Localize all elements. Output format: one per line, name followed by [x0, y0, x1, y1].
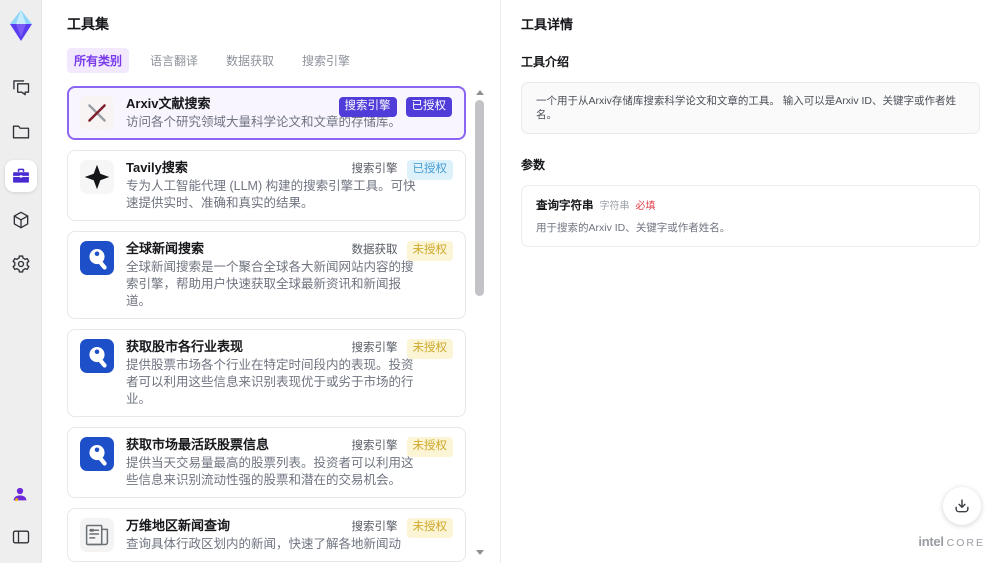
scroll-up-arrow-icon[interactable] — [476, 90, 484, 95]
tool-card[interactable]: Arxiv文献搜索 访问各个研究领域大量科学论文和文章的存储库。 搜索引擎 已授… — [67, 86, 466, 140]
tool-badges: 搜索引擎 未授权 — [351, 437, 453, 457]
intro-text: 一个用于从Arxiv存储库搜索科学论文和文章的工具。 输入可以是Arxiv ID… — [536, 95, 956, 121]
category-tabs: 所有类别 语言翻译 数据获取 搜索引擎 — [67, 48, 466, 73]
cube-icon — [11, 210, 31, 230]
tool-list: Arxiv文献搜索 访问各个研究领域大量科学论文和文章的存储库。 搜索引擎 已授… — [67, 86, 466, 562]
tool-icon — [80, 518, 114, 552]
tool-auth-badge: 未授权 — [406, 241, 453, 261]
tool-card[interactable]: 万维地区新闻查询 查询具体行政区划内的新闻，快速了解各地新闻动 搜索引擎 未授权 — [67, 508, 466, 562]
tool-description: 访问各个研究领域大量科学论文和文章的存储库。 — [126, 115, 402, 129]
intel-core-logo: intel CORE — [918, 534, 985, 549]
brand-intel-text: intel — [918, 534, 944, 549]
brand-core-text: CORE — [946, 537, 985, 549]
tool-auth-badge: 未授权 — [406, 518, 453, 538]
download-icon — [953, 497, 971, 515]
panel-toggle-icon — [11, 527, 31, 547]
app-logo — [5, 8, 37, 44]
intro-box: 一个用于从Arxiv存储库搜索科学论文和文章的工具。 输入可以是Arxiv ID… — [521, 82, 980, 134]
folder-icon — [11, 122, 31, 142]
page-title: 工具集 — [67, 16, 109, 32]
category-tab-3[interactable]: 搜索引擎 — [295, 48, 357, 73]
tool-badges: 搜索引擎 未授权 — [351, 518, 453, 538]
sidebar-nav — [4, 72, 37, 280]
tool-icon — [80, 241, 114, 275]
tool-icon — [80, 160, 114, 194]
tool-auth-badge: 已授权 — [406, 160, 453, 180]
sidebar-item-gear[interactable] — [5, 248, 37, 280]
param-type: 字符串 — [599, 201, 630, 212]
toolset-pane: 工具集 所有类别 语言翻译 数据获取 搜索引擎 Arxiv文献搜索 访问各个研究领域大… — [42, 0, 500, 563]
tool-auth-badge: 已授权 — [405, 97, 452, 117]
detail-title: 工具详情 — [521, 17, 574, 32]
sidebar-bottom — [5, 479, 37, 553]
toolbox-icon — [11, 166, 31, 186]
scrollbar-thumb[interactable] — [475, 100, 484, 296]
category-tab-0[interactable]: 所有类别 — [67, 48, 130, 73]
tool-icon — [80, 339, 114, 373]
user-icon — [11, 485, 31, 505]
tool-icon — [80, 437, 114, 471]
category-tab-1[interactable]: 语言翻译 — [143, 48, 205, 73]
param-name: 查询字符串 — [536, 200, 594, 212]
tool-card[interactable]: 获取市场最活跃股票信息 提供当天交易量最高的股票列表。投资者可以利用这些信息来识… — [67, 427, 466, 498]
tool-description: 查询具体行政区划内的新闻，快速了解各地新闻动 — [126, 537, 402, 551]
tool-badges: 数据获取 未授权 — [351, 241, 453, 261]
sidebar-item-folder[interactable] — [5, 116, 37, 148]
tool-description: 提供股票市场各个行业在特定时间段内的表现。投资者可以利用这些信息来识别表现优于或… — [126, 358, 414, 406]
param-required-label: 必填 — [635, 201, 656, 212]
tool-card[interactable]: 获取股市各行业表现 提供股票市场各个行业在特定时间段内的表现。投资者可以利用这些… — [67, 329, 466, 417]
sidebar-item-cube[interactable] — [5, 204, 37, 236]
tool-icon — [80, 96, 114, 130]
category-tab-2[interactable]: 数据获取 — [219, 48, 281, 73]
sidebar-item-chat[interactable] — [5, 72, 37, 104]
gear-icon — [11, 254, 31, 274]
tool-description: 提供当天交易量最高的股票列表。投资者可以利用这些信息来识别流动性强的股票和潜在的… — [126, 456, 414, 487]
tool-category-badge: 搜索引擎 — [351, 342, 398, 354]
params-heading: 参数 — [521, 158, 546, 172]
intro-heading: 工具介绍 — [521, 55, 570, 69]
sidebar-item-user[interactable] — [5, 479, 37, 511]
tool-category-badge: 数据获取 — [351, 244, 398, 256]
download-button[interactable] — [943, 487, 981, 525]
tool-card[interactable]: 全球新闻搜索 全球新闻搜索是一个聚合全球各大新闻网站内容的搜索引擎，帮助用户快速… — [67, 231, 466, 319]
tool-auth-badge: 未授权 — [406, 339, 453, 359]
tool-badges: 搜索引擎 未授权 — [351, 339, 453, 359]
tool-auth-badge: 未授权 — [406, 437, 453, 457]
tool-badges: 搜索引擎 已授权 — [338, 97, 452, 117]
sidebar — [0, 0, 42, 563]
param-box: 查询字符串 字符串 必填 用于搜索的Arxiv ID、关键字或作者姓名。 — [521, 185, 980, 247]
tool-description: 全球新闻搜索是一个聚合全球各大新闻网站内容的搜索引擎，帮助用户快速获取全球最新资… — [126, 260, 414, 308]
tool-category-badge: 搜索引擎 — [351, 440, 398, 452]
sidebar-item-toolbox[interactable] — [4, 160, 37, 192]
scrollbar[interactable] — [475, 88, 484, 557]
sidebar-item-panel-toggle[interactable] — [5, 521, 37, 553]
chat-icon — [11, 78, 31, 98]
tool-detail-pane: 工具详情 工具介绍 一个用于从Arxiv存储库搜索科学论文和文章的工具。 输入可… — [500, 0, 1000, 563]
tool-badges: 搜索引擎 已授权 — [351, 160, 453, 180]
app-window: 工具集 所有类别 语言翻译 数据获取 搜索引擎 Arxiv文献搜索 访问各个研究领域大… — [0, 0, 1000, 563]
scroll-down-arrow-icon[interactable] — [476, 550, 484, 555]
tool-description: 专为人工智能代理 (LLM) 构建的搜索引擎工具。可快速提供实时、准确和真实的结… — [126, 179, 416, 210]
tool-category-badge: 搜索引擎 — [351, 521, 398, 533]
tool-category-badge: 搜索引擎 — [338, 97, 397, 117]
tool-card[interactable]: Tavily搜索 专为人工智能代理 (LLM) 构建的搜索引擎工具。可快速提供实… — [67, 150, 466, 221]
param-description: 用于搜索的Arxiv ID、关键字或作者姓名。 — [536, 222, 731, 234]
tool-category-badge: 搜索引擎 — [351, 163, 398, 175]
